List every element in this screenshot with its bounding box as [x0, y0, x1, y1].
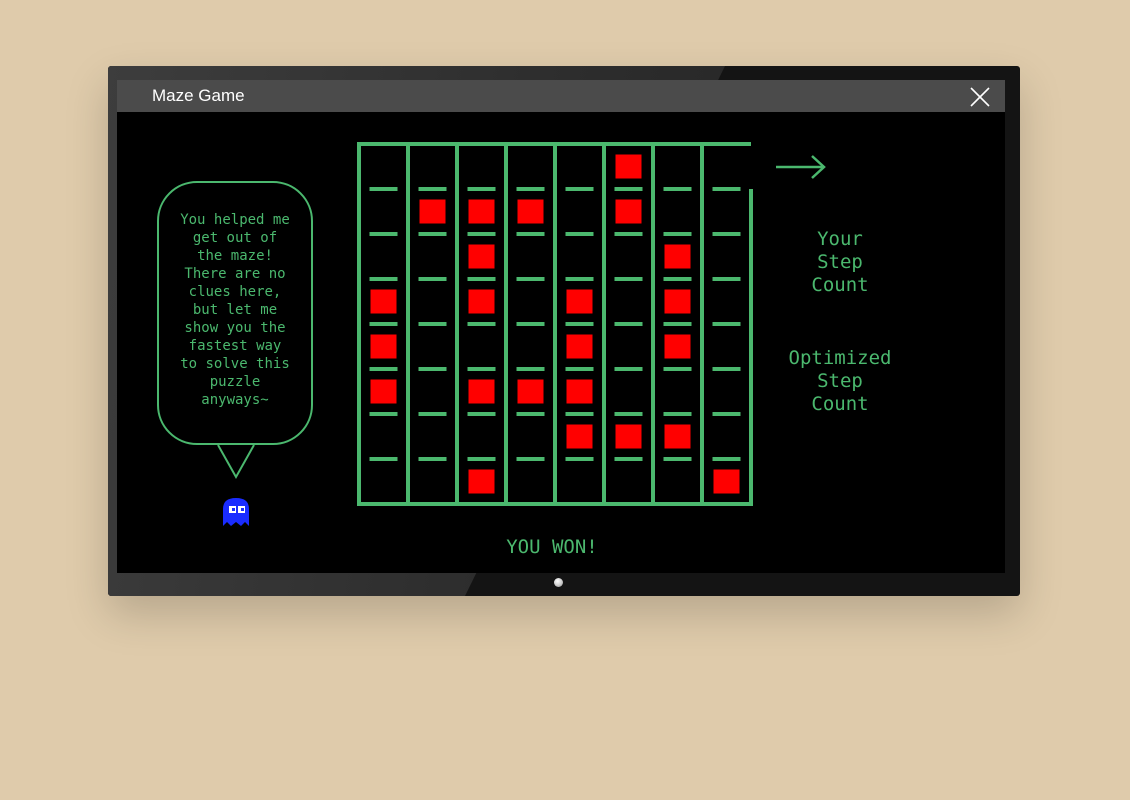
title-bar: Maze Game	[117, 80, 1005, 112]
red-block	[664, 289, 691, 314]
arrow-right-icon	[776, 155, 826, 179]
label-line: Your	[817, 228, 863, 250]
maze-board[interactable]	[357, 142, 759, 510]
red-block	[370, 379, 397, 404]
speech-bubble-text: You helped me get out of the maze! There…	[171, 211, 299, 409]
win-message: YOU WON!	[506, 536, 598, 558]
bubble-line: puzzle	[209, 374, 261, 390]
red-block	[664, 244, 691, 269]
red-block	[615, 154, 642, 179]
red-block	[370, 289, 397, 314]
red-block	[566, 289, 593, 314]
bubble-line: get out of	[192, 230, 278, 246]
tv-power-light	[554, 578, 563, 587]
red-block	[419, 199, 446, 224]
ghost-icon	[223, 498, 249, 526]
close-icon	[970, 87, 990, 107]
bubble-line: but let me	[192, 302, 278, 318]
bubble-line: show you the	[184, 320, 286, 336]
red-block	[468, 379, 495, 404]
red-block	[615, 424, 642, 449]
label-line: Optimized	[788, 347, 892, 369]
red-block	[468, 244, 495, 269]
bubble-line: the maze!	[197, 248, 273, 264]
red-block	[517, 379, 544, 404]
label-line: Count	[811, 274, 869, 296]
label-line: Step	[817, 370, 863, 392]
red-block	[664, 424, 691, 449]
label-line: Step	[817, 251, 863, 273]
bubble-line: fastest way	[188, 338, 282, 354]
your-step-count-label: Your Step Count	[777, 228, 903, 297]
red-block	[566, 334, 593, 359]
optimized-step-count-label: Optimized Step Count	[777, 347, 903, 416]
bubble-line: You helped me	[180, 212, 290, 228]
bubble-line: There are no	[184, 266, 286, 282]
red-block	[468, 199, 495, 224]
bubble-line: anyways~	[201, 392, 269, 408]
speech-bubble-tail	[217, 445, 255, 480]
bubble-line: clues here,	[188, 284, 282, 300]
red-block	[615, 199, 642, 224]
red-block	[664, 334, 691, 359]
red-block	[468, 469, 495, 494]
bubble-line: to solve this	[180, 356, 290, 372]
window-title: Maze Game	[152, 86, 245, 105]
red-block	[468, 289, 495, 314]
game-window: Maze Game You helped me get out of the m…	[117, 80, 1005, 573]
close-button[interactable]	[967, 84, 993, 110]
red-block	[566, 424, 593, 449]
red-block	[517, 199, 544, 224]
red-block	[370, 334, 397, 359]
red-block	[566, 379, 593, 404]
red-block	[713, 469, 740, 494]
label-line: Count	[811, 393, 869, 415]
